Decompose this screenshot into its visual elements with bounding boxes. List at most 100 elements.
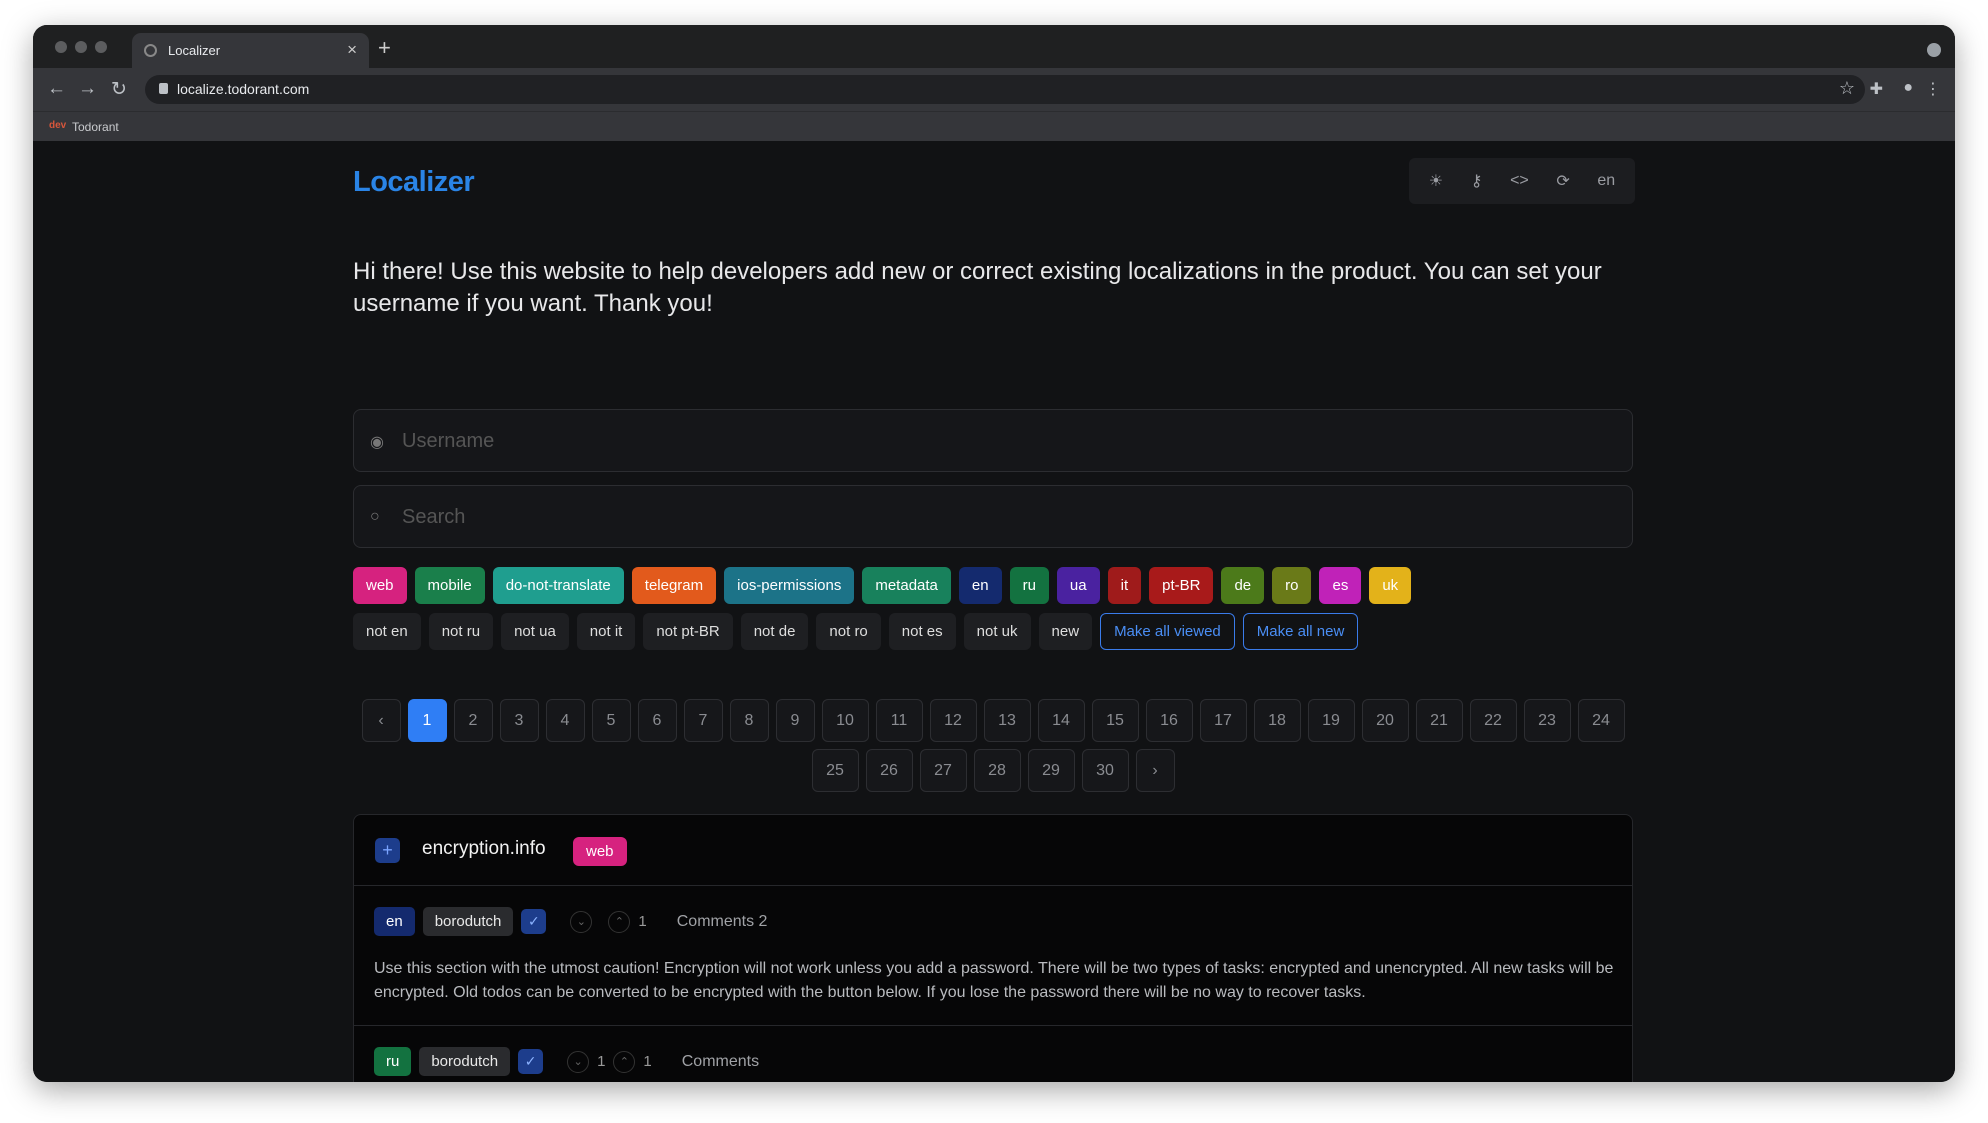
- page-button[interactable]: 24: [1577, 699, 1625, 742]
- approve-checkbox[interactable]: ✓: [521, 909, 547, 934]
- key-icon[interactable]: ⚷: [1471, 171, 1483, 191]
- tag-es[interactable]: es: [1319, 567, 1362, 604]
- tag-metadata[interactable]: metadata: [862, 567, 951, 604]
- page-button[interactable]: 30: [1081, 749, 1129, 792]
- zoom-window-button[interactable]: [95, 41, 107, 53]
- tag-web[interactable]: web: [353, 567, 407, 604]
- url-field[interactable]: localize.todorant.com ☆: [145, 75, 1865, 104]
- tag-ro[interactable]: ro: [1272, 567, 1312, 604]
- downvote-button[interactable]: ⌄: [570, 910, 593, 933]
- page-button[interactable]: 23: [1523, 699, 1571, 742]
- tag-ua[interactable]: ua: [1056, 567, 1100, 604]
- search-field[interactable]: ○: [353, 485, 1633, 548]
- minimize-window-button[interactable]: [75, 41, 87, 53]
- tag-do-not-translate[interactable]: do-not-translate: [492, 567, 624, 604]
- code-icon[interactable]: <>: [1510, 172, 1529, 190]
- tab-close-button[interactable]: ×: [347, 40, 357, 60]
- page-button[interactable]: 15: [1091, 699, 1139, 742]
- make-all-new-button[interactable]: Make all new: [1242, 613, 1359, 650]
- upvote-button[interactable]: ⌃: [613, 1050, 636, 1073]
- browser-tab[interactable]: Localizer ×: [132, 33, 369, 68]
- filter-not-pt-br[interactable]: not pt-BR: [643, 613, 733, 650]
- sun-icon[interactable]: ☀: [1429, 171, 1443, 191]
- tag-it[interactable]: it: [1107, 567, 1142, 604]
- page-button[interactable]: 14: [1037, 699, 1085, 742]
- profile-menu-icon[interactable]: [1927, 43, 1941, 57]
- reload-icon[interactable]: ↻: [111, 78, 127, 101]
- page-button[interactable]: 6: [637, 699, 677, 742]
- translation-row: ru borodutch ✓ ⌄ 1 ⌃ 1 Comments: [354, 1026, 1632, 1082]
- page-button[interactable]: 10: [821, 699, 869, 742]
- filter-new[interactable]: new: [1038, 613, 1093, 650]
- app-logo[interactable]: Localizer: [353, 166, 475, 199]
- tag-de[interactable]: de: [1221, 567, 1265, 604]
- page-button[interactable]: 7: [683, 699, 723, 742]
- search-input[interactable]: [402, 500, 1602, 534]
- translation-row: en borodutch ✓ ⌄ ⌃ 1 Comments 2 Use this…: [354, 886, 1632, 1026]
- page-button[interactable]: 3: [499, 699, 539, 742]
- filter-not-en[interactable]: not en: [353, 613, 421, 650]
- new-tab-button[interactable]: +: [378, 35, 391, 61]
- tag-telegram[interactable]: telegram: [631, 567, 717, 604]
- bookmark-star-icon[interactable]: ☆: [1839, 78, 1855, 99]
- page-button[interactable]: 21: [1415, 699, 1463, 742]
- avatar[interactable]: ●: [1903, 79, 1913, 97]
- comments-link[interactable]: Comments: [682, 1053, 759, 1071]
- filter-not-ru[interactable]: not ru: [428, 613, 494, 650]
- add-translation-button[interactable]: +: [375, 838, 400, 863]
- page-button[interactable]: 4: [545, 699, 585, 742]
- filter-not-ua[interactable]: not ua: [501, 613, 569, 650]
- next-page-button[interactable]: ›: [1135, 749, 1175, 792]
- forward-icon[interactable]: →: [78, 78, 97, 100]
- upvote-button[interactable]: ⌃: [608, 910, 631, 933]
- filter-not-uk[interactable]: not uk: [963, 613, 1031, 650]
- comments-link[interactable]: Comments 2: [677, 913, 768, 931]
- page-button[interactable]: 9: [775, 699, 815, 742]
- tag-uk[interactable]: uk: [1369, 567, 1412, 604]
- extensions-puzzle-icon[interactable]: ✚: [1870, 79, 1883, 99]
- page-button[interactable]: 18: [1253, 699, 1301, 742]
- page-button[interactable]: 26: [865, 749, 913, 792]
- back-icon[interactable]: ←: [47, 78, 66, 100]
- tag-mobile[interactable]: mobile: [414, 567, 485, 604]
- page-button[interactable]: 22: [1469, 699, 1517, 742]
- page-button[interactable]: 28: [973, 749, 1021, 792]
- prev-page-button[interactable]: ‹: [361, 699, 401, 742]
- page-button[interactable]: 1: [407, 699, 447, 742]
- make-all-viewed-button[interactable]: Make all viewed: [1100, 613, 1235, 650]
- language-switch[interactable]: en: [1597, 172, 1615, 190]
- tag-ru[interactable]: ru: [1009, 567, 1049, 604]
- key-tag-web[interactable]: web: [573, 837, 627, 866]
- page-button[interactable]: 8: [729, 699, 769, 742]
- downvote-button[interactable]: ⌄: [567, 1050, 590, 1073]
- filter-not-es[interactable]: not es: [888, 613, 956, 650]
- page-button[interactable]: 5: [591, 699, 631, 742]
- tag-pt-br[interactable]: pt-BR: [1149, 567, 1214, 604]
- language-badge: ru: [374, 1047, 412, 1076]
- page-button[interactable]: 20: [1361, 699, 1409, 742]
- page-button[interactable]: 2: [453, 699, 493, 742]
- page-button[interactable]: 17: [1199, 699, 1247, 742]
- author-badge: borodutch: [419, 1047, 511, 1076]
- username-input[interactable]: [402, 424, 1602, 458]
- browser-menu-icon[interactable]: ⋮: [1925, 79, 1941, 99]
- page-button[interactable]: 11: [875, 699, 923, 742]
- close-window-button[interactable]: [55, 41, 67, 53]
- bookmark-todorant[interactable]: Todorant: [72, 120, 119, 134]
- approve-checkbox[interactable]: ✓: [518, 1049, 544, 1074]
- filter-not-ro[interactable]: not ro: [816, 613, 881, 650]
- page-button[interactable]: 13: [983, 699, 1031, 742]
- header-toolbar: ☀ ⚷ <> ⟳ en: [1409, 158, 1635, 204]
- page-button[interactable]: 12: [929, 699, 977, 742]
- tag-en[interactable]: en: [958, 567, 1002, 604]
- page-button[interactable]: 29: [1027, 749, 1075, 792]
- username-field[interactable]: ◉: [353, 409, 1633, 472]
- refresh-icon[interactable]: ⟳: [1556, 171, 1569, 191]
- page-button[interactable]: 19: [1307, 699, 1355, 742]
- filter-not-de[interactable]: not de: [740, 613, 809, 650]
- page-button[interactable]: 16: [1145, 699, 1193, 742]
- filter-not-it[interactable]: not it: [576, 613, 636, 650]
- page-button[interactable]: 27: [919, 749, 967, 792]
- page-button[interactable]: 25: [811, 749, 859, 792]
- tag-ios-permissions[interactable]: ios-permissions: [724, 567, 855, 604]
